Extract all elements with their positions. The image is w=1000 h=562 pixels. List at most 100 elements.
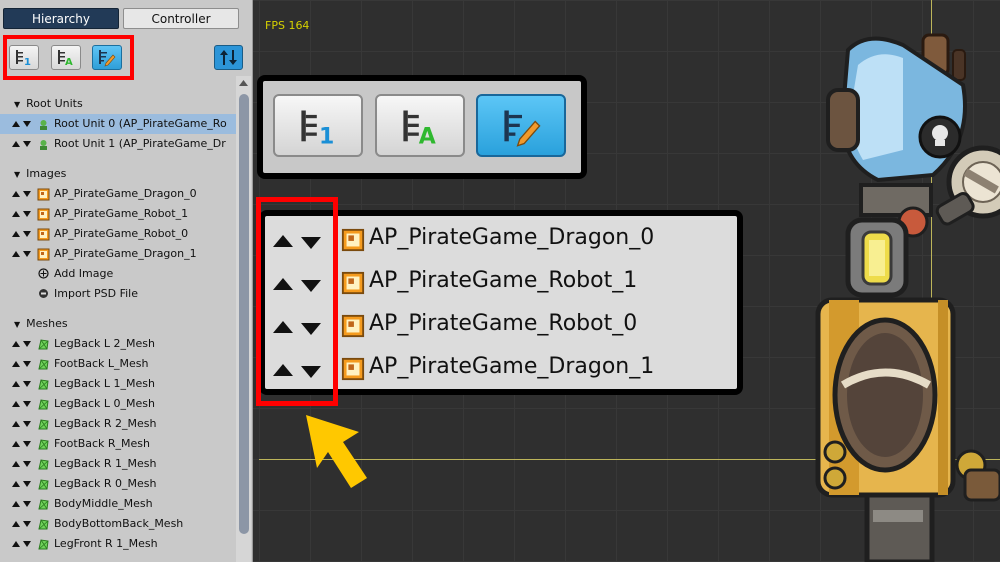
zoom-sort-custom-button[interactable] <box>476 94 566 157</box>
mesh-row[interactable]: FootBack R_Mesh <box>0 434 236 454</box>
sort-number-icon: 1 <box>301 110 334 148</box>
reorder-arrows[interactable] <box>11 334 35 354</box>
arrow-up-icon[interactable] <box>11 120 21 128</box>
mesh-row[interactable]: LegBack R 1_Mesh <box>0 454 236 474</box>
reorder-arrows[interactable] <box>11 184 35 204</box>
arrow-up-icon[interactable] <box>11 230 21 238</box>
reorder-arrows[interactable] <box>11 134 35 154</box>
arrow-up-icon[interactable] <box>11 420 21 428</box>
image-row[interactable]: AP_PirateGame_Dragon_0 <box>0 184 236 204</box>
arrow-up-icon[interactable] <box>11 440 21 448</box>
scroll-up-icon[interactable] <box>238 78 249 88</box>
image-row[interactable]: AP_PirateGame_Robot_1 <box>0 204 236 224</box>
arrow-up-icon[interactable] <box>11 210 21 218</box>
sort-by-number-button[interactable]: 1 <box>9 45 39 70</box>
reorder-arrows[interactable] <box>11 514 35 534</box>
zoom-sort-alphabetical-button[interactable]: A <box>375 94 465 157</box>
arrow-up-icon[interactable] <box>11 250 21 258</box>
arrow-down-icon[interactable] <box>22 340 32 348</box>
arrow-up-icon[interactable] <box>11 540 21 548</box>
arrow-down-icon[interactable] <box>22 230 32 238</box>
sort-custom-button[interactable] <box>92 45 122 70</box>
collapse-triangle-icon: ▼ <box>14 320 21 329</box>
arrow-up-icon[interactable] <box>11 400 21 408</box>
arrow-down-icon[interactable] <box>22 520 32 528</box>
reorder-arrows[interactable] <box>11 244 35 264</box>
reorder-arrows[interactable] <box>11 534 35 554</box>
arrow-down-icon[interactable] <box>22 540 32 548</box>
yellow-pointer-arrow-icon <box>306 415 367 488</box>
mesh-row[interactable]: LegBack L 0_Mesh <box>0 394 236 414</box>
arrow-down-icon[interactable] <box>22 140 32 148</box>
toggle-order-button[interactable] <box>214 45 243 70</box>
arrow-up-icon[interactable] <box>11 380 21 388</box>
arrow-down-icon[interactable] <box>22 120 32 128</box>
scrollbar-thumb[interactable] <box>239 94 249 534</box>
arrow-up-icon[interactable] <box>11 460 21 468</box>
reorder-arrows[interactable] <box>11 494 35 514</box>
arrow-up-icon[interactable] <box>11 360 21 368</box>
tab-hierarchy[interactable]: Hierarchy <box>3 8 119 29</box>
arrow-down-icon[interactable] <box>22 460 32 468</box>
mesh-row[interactable]: LegBack L 1_Mesh <box>0 374 236 394</box>
mesh-row[interactable]: LegFront R 1_Mesh <box>0 534 236 554</box>
mesh-row[interactable]: LegBack R 2_Mesh <box>0 414 236 434</box>
mesh-row[interactable]: BodyMiddle_Mesh <box>0 494 236 514</box>
arrow-down-icon[interactable] <box>22 440 32 448</box>
arrow-down-icon[interactable] <box>22 210 32 218</box>
add-image-button[interactable]: Add Image <box>0 264 236 284</box>
hierarchy-panel: Hierarchy Controller 1 A ▼ Root Units Ro… <box>0 0 253 562</box>
sort-alpha-icon: A <box>58 50 73 67</box>
arrow-down-icon[interactable] <box>22 400 32 408</box>
sort-alphabetical-button[interactable]: A <box>51 45 81 70</box>
arrow-down-icon[interactable] <box>22 480 32 488</box>
image-icon <box>341 357 365 381</box>
arrow-down-icon[interactable] <box>22 190 32 198</box>
tab-controller[interactable]: Controller <box>123 8 239 29</box>
image-row[interactable]: AP_PirateGame_Robot_0 <box>0 224 236 244</box>
reorder-arrows[interactable] <box>11 224 35 244</box>
reorder-arrows[interactable] <box>11 204 35 224</box>
arrow-up-icon[interactable] <box>11 500 21 508</box>
arrow-down-icon[interactable] <box>22 360 32 368</box>
reorder-arrows[interactable] <box>11 354 35 374</box>
root-unit-label: Root Unit 0 (AP_PirateGame_Ro <box>54 117 227 130</box>
reorder-arrows[interactable] <box>11 374 35 394</box>
image-icon <box>37 248 50 261</box>
arrow-up-icon[interactable] <box>11 140 21 148</box>
arrow-up-icon[interactable] <box>11 190 21 198</box>
mesh-icon <box>38 479 49 490</box>
reorder-arrows[interactable] <box>11 474 35 494</box>
mesh-row[interactable]: BodyBottomBack_Mesh <box>0 514 236 534</box>
reorder-arrows[interactable] <box>11 394 35 414</box>
reorder-arrows[interactable] <box>11 434 35 454</box>
reorder-arrows[interactable] <box>11 414 35 434</box>
import-psd-button[interactable]: Import PSD File <box>0 284 236 304</box>
arrow-down-icon[interactable] <box>22 250 32 258</box>
reorder-arrows[interactable] <box>11 114 35 134</box>
arrow-up-icon[interactable] <box>11 340 21 348</box>
sort-mode-group: 1 A <box>3 35 134 80</box>
mesh-row[interactable]: LegBack R 0_Mesh <box>0 474 236 494</box>
sort-alpha-icon: A <box>403 110 436 148</box>
scene-viewport[interactable]: FPS 164 1 A AP_PirateGame_Dragon_0 AP_Pi… <box>253 0 1000 562</box>
arrow-down-icon[interactable] <box>22 500 32 508</box>
reorder-arrows[interactable] <box>11 454 35 474</box>
arrow-down-icon[interactable] <box>22 420 32 428</box>
section-root-units[interactable]: ▼ Root Units <box>14 94 83 114</box>
mesh-row[interactable]: LegBack L 2_Mesh <box>0 334 236 354</box>
section-meshes[interactable]: ▼ Meshes <box>14 314 68 334</box>
mesh-icon <box>38 379 49 390</box>
swap-vertical-icon <box>220 50 237 65</box>
image-row[interactable]: AP_PirateGame_Dragon_1 <box>0 244 236 264</box>
mesh-row[interactable]: FootBack L_Mesh <box>0 354 236 374</box>
arrow-down-icon[interactable] <box>22 380 32 388</box>
root-unit-icon <box>40 140 47 150</box>
arrow-up-icon[interactable] <box>11 480 21 488</box>
hierarchy-scrollbar[interactable] <box>236 76 251 562</box>
root-unit-row[interactable]: Root Unit 0 (AP_PirateGame_Ro <box>0 114 236 134</box>
root-unit-row[interactable]: Root Unit 1 (AP_PirateGame_Dr <box>0 134 236 154</box>
zoom-sort-by-number-button[interactable]: 1 <box>273 94 363 157</box>
section-images[interactable]: ▼ Images <box>14 164 66 184</box>
arrow-up-icon[interactable] <box>11 520 21 528</box>
